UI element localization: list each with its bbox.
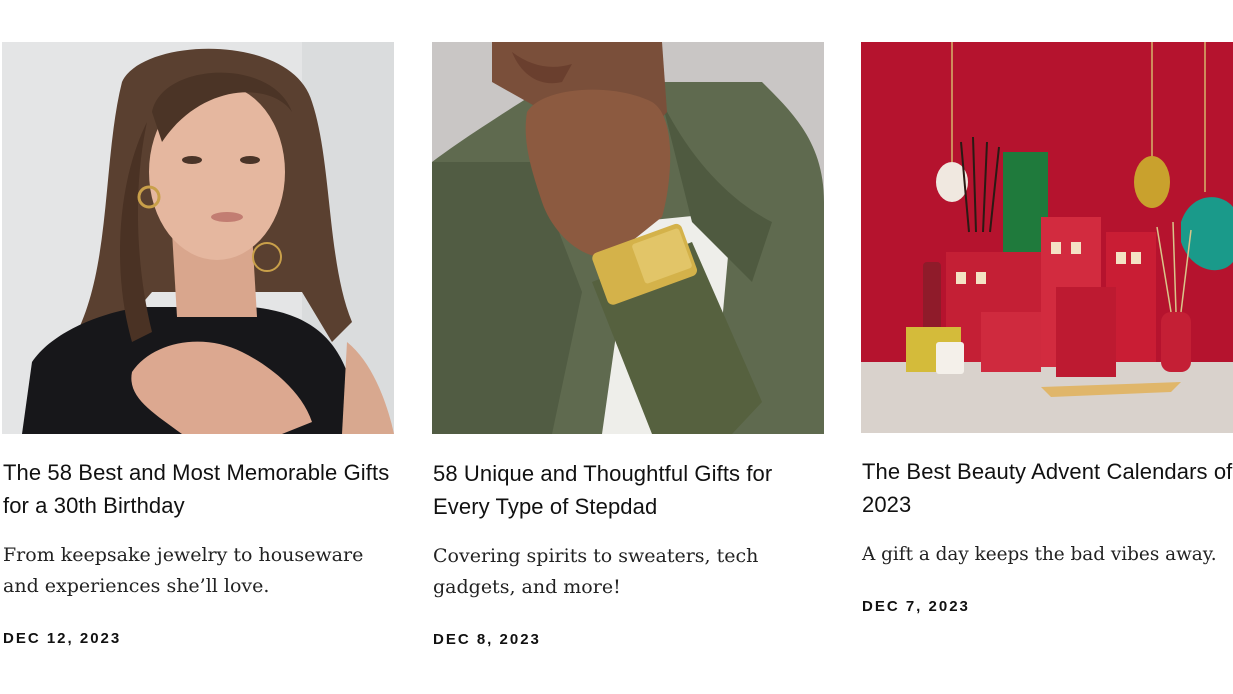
- article-title-link[interactable]: 58 Unique and Thoughtful Gifts for Every…: [433, 457, 825, 523]
- article-image-link[interactable]: [432, 42, 824, 434]
- article-date: DEC 7, 2023: [862, 598, 970, 615]
- article-image-link[interactable]: [2, 42, 394, 434]
- advent-calendars-image: [861, 42, 1233, 433]
- woman-portrait-image: [2, 42, 394, 434]
- article-dek: From keepsake jewelry to houseware and e…: [3, 544, 364, 597]
- article-title-link[interactable]: The Best Beauty Advent Calendars of 2023: [862, 455, 1233, 521]
- article-dek: A gift a day keeps the bad vibes away.: [862, 544, 1217, 565]
- article-title-link[interactable]: The 58 Best and Most Memorable Gifts for…: [3, 456, 395, 522]
- article-dek: Covering spirits to sweaters, tech gadge…: [433, 545, 759, 598]
- article-date: DEC 12, 2023: [3, 630, 122, 647]
- article-grid: The 58 Best and Most Memorable Gifts for…: [0, 0, 1233, 694]
- man-with-gold-watch-image: [432, 42, 824, 434]
- article-date: DEC 8, 2023: [433, 631, 541, 648]
- article-image-link[interactable]: [861, 42, 1233, 433]
